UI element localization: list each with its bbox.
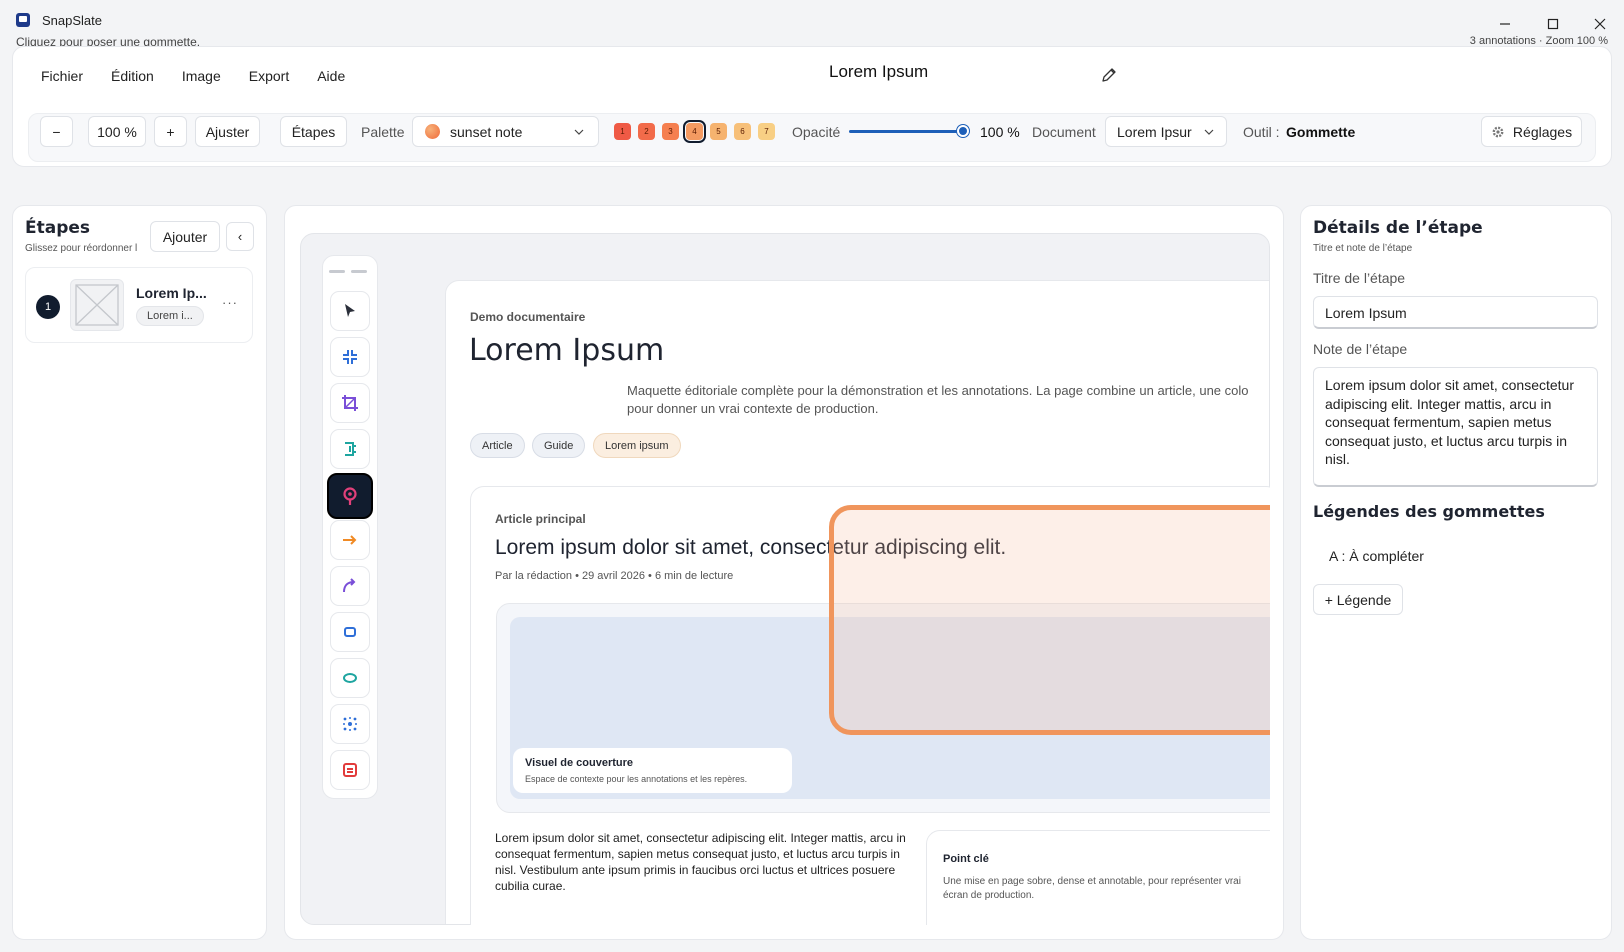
blur-icon[interactable] (330, 704, 370, 744)
maximize-icon[interactable] (1541, 14, 1565, 34)
document-label: Document (1032, 124, 1096, 140)
opacity-value: 100 % (980, 124, 1020, 140)
swatch-1[interactable]: 1 (614, 123, 631, 140)
palette-color-icon (425, 124, 440, 139)
steps-button[interactable]: Étapes (280, 116, 347, 147)
swatch-3[interactable]: 3 (662, 123, 679, 140)
swatch-6[interactable]: 6 (734, 123, 751, 140)
app-title: SnapSlate (42, 12, 102, 28)
arrow-icon[interactable] (330, 520, 370, 560)
step-number: 1 (36, 295, 60, 319)
step-title-field[interactable]: Lorem Ipsum (1313, 296, 1598, 329)
legends-title: Légendes des gommettes (1313, 502, 1545, 521)
step-note-value: Lorem ipsum dolor sit amet, consectetur … (1325, 377, 1574, 467)
pencil-icon[interactable] (1100, 66, 1118, 84)
redact-icon[interactable] (330, 750, 370, 790)
step-title-value: Lorem Ipsum (1325, 305, 1407, 321)
swatch-4[interactable]: 4 (683, 120, 706, 143)
document-title[interactable]: Lorem Ipsum (829, 62, 928, 82)
crop-icon[interactable] (330, 383, 370, 423)
rectangle-icon[interactable] (330, 612, 370, 652)
image-placeholder-icon (70, 279, 124, 331)
step-title-label: Titre de l’étape (1313, 270, 1406, 286)
canvas-frame (300, 233, 1270, 925)
legend-item[interactable]: A : À compléter (1329, 548, 1424, 564)
compress-icon[interactable] (330, 337, 370, 377)
details-title: Détails de l’étape (1313, 218, 1483, 238)
title-bar: SnapSlate (16, 8, 102, 32)
minimize-icon[interactable] (1493, 14, 1517, 34)
step-title: Lorem Ip... (136, 285, 207, 301)
opacity-label: Opacité (792, 124, 841, 140)
palette-select[interactable]: sunset note (412, 116, 599, 147)
curve-arrow-icon[interactable] (330, 566, 370, 606)
settings-label: Réglages (1512, 123, 1573, 140)
menu-edition[interactable]: Édition (111, 68, 154, 84)
zoom-out-button[interactable]: − (40, 116, 73, 147)
resize-icon[interactable] (330, 429, 370, 469)
drag-handle-icon[interactable] (329, 270, 367, 273)
tool-label: Outil : (1243, 124, 1280, 140)
swatch-2[interactable]: 2 (638, 123, 655, 140)
swatch-7[interactable]: 7 (758, 123, 775, 140)
document-select[interactable]: Lorem Ipsur (1105, 116, 1227, 147)
swatch-5[interactable]: 5 (710, 123, 727, 140)
step-note-label: Note de l’étape (1313, 341, 1408, 357)
badge-pin-icon[interactable] (327, 473, 373, 519)
document-page[interactable] (445, 280, 1269, 924)
opacity-slider-thumb[interactable] (957, 125, 969, 137)
fit-button[interactable]: Ajuster (195, 116, 260, 147)
tool-value: Gommette (1286, 124, 1356, 140)
menu-export[interactable]: Export (249, 68, 289, 84)
app-logo-icon (16, 13, 30, 27)
menu-image[interactable]: Image (182, 68, 221, 84)
chevron-down-icon (1204, 129, 1214, 135)
add-step-button[interactable]: Ajouter (150, 221, 220, 252)
document-value: Lorem Ipsur (1117, 123, 1192, 140)
menu-aide[interactable]: Aide (317, 68, 345, 84)
palette-label: Palette (361, 124, 405, 140)
steps-title: Étapes (25, 218, 91, 238)
select-icon[interactable] (330, 291, 370, 331)
gear-icon (1492, 126, 1504, 137)
opacity-slider[interactable] (849, 130, 964, 133)
more-icon[interactable]: ··· (222, 295, 238, 310)
steps-subtitle: Glissez pour réordonner l (25, 243, 138, 254)
collapse-panel-button[interactable]: ‹ (226, 222, 254, 251)
palette-value: sunset note (450, 123, 523, 140)
menu-bar: Fichier Édition Image Export Aide (41, 68, 345, 84)
add-legend-button[interactable]: + Légende (1313, 584, 1403, 615)
settings-button[interactable]: Réglages (1481, 116, 1582, 147)
zoom-in-button[interactable]: + (154, 116, 187, 147)
chevron-down-icon (574, 129, 584, 135)
zoom-value[interactable]: 100 % (88, 116, 146, 147)
menu-fichier[interactable]: Fichier (41, 68, 83, 84)
details-subtitle: Titre et note de l’étape (1313, 243, 1413, 254)
close-icon[interactable] (1588, 14, 1612, 34)
ellipse-icon[interactable] (330, 658, 370, 698)
step-note-field[interactable]: Lorem ipsum dolor sit amet, consectetur … (1313, 367, 1598, 487)
step-tag: Lorem i... (136, 306, 204, 326)
